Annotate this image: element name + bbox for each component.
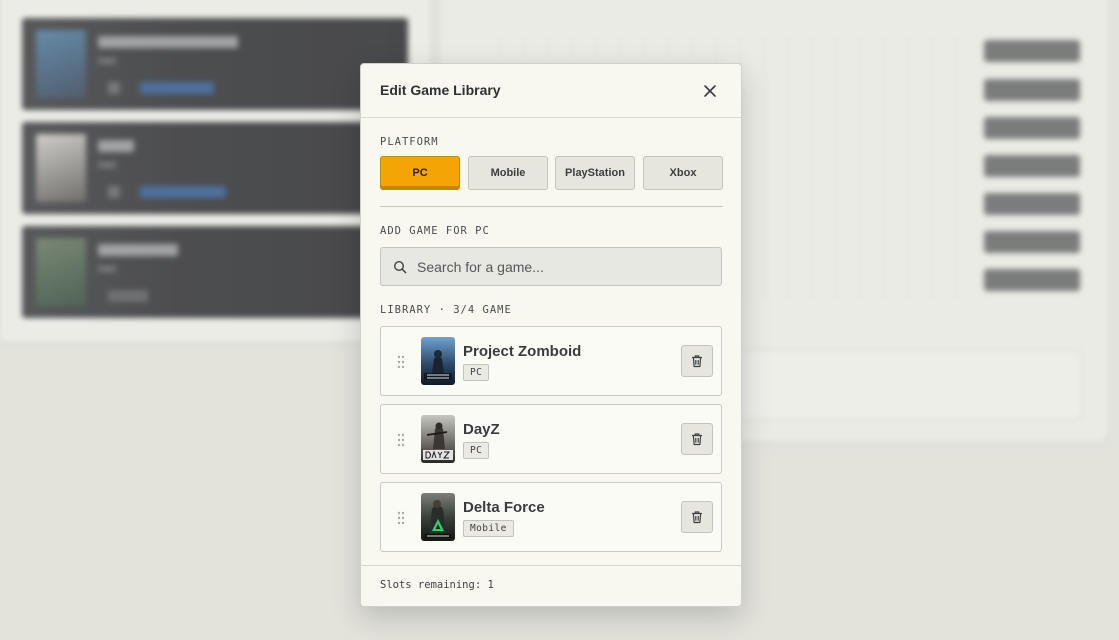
project-zomboid-cover — [421, 337, 455, 385]
close-button[interactable] — [699, 80, 721, 102]
platform-xbox-button[interactable]: Xbox — [643, 156, 723, 190]
trash-icon — [692, 511, 702, 524]
delete-game-button[interactable] — [681, 423, 713, 455]
search-input[interactable] — [417, 248, 713, 285]
library-game-row: Project Zomboid PC — [380, 326, 722, 396]
library-game-row: DayZ PC — [380, 404, 722, 474]
trash-icon — [692, 355, 702, 368]
drag-handle-icon[interactable] — [397, 433, 405, 447]
game-name: Delta Force — [463, 499, 545, 516]
platform-tag: PC — [463, 364, 490, 381]
game-name: DayZ — [463, 421, 500, 438]
platform-tag: PC — [463, 442, 490, 459]
slots-remaining: Slots remaining: 1 — [380, 579, 494, 591]
platform-selector: PC Mobile PlayStation Xbox — [380, 156, 723, 192]
trash-icon — [692, 433, 702, 446]
close-icon — [704, 85, 716, 97]
delta-force-cover — [421, 493, 455, 541]
drag-handle-icon[interactable] — [397, 511, 405, 525]
edit-library-dialog: Edit Game Library PLATFORM PC Mobile Pla… — [360, 63, 742, 607]
dialog-title: Edit Game Library — [380, 82, 501, 98]
platform-mobile-button[interactable]: Mobile — [468, 156, 548, 190]
platform-playstation-button[interactable]: PlayStation — [555, 156, 635, 190]
delete-game-button[interactable] — [681, 345, 713, 377]
platform-tag: Mobile — [463, 520, 514, 537]
library-label: LIBRARY · 3/4 GAME — [380, 304, 512, 316]
library-game-row: Delta Force Mobile — [380, 482, 722, 552]
dayz-cover — [421, 415, 455, 463]
platform-pc-button[interactable]: PC — [380, 156, 460, 190]
dialog-header: Edit Game Library — [361, 64, 741, 118]
delete-game-button[interactable] — [681, 501, 713, 533]
drag-handle-icon[interactable] — [397, 355, 405, 369]
search-icon — [393, 260, 407, 274]
add-game-label: ADD GAME FOR PC — [380, 225, 490, 237]
divider — [380, 206, 723, 207]
dialog-footer: Slots remaining: 1 — [361, 565, 741, 606]
platform-label: PLATFORM — [380, 136, 439, 148]
game-name: Project Zomboid — [463, 343, 582, 360]
game-search — [380, 247, 722, 286]
